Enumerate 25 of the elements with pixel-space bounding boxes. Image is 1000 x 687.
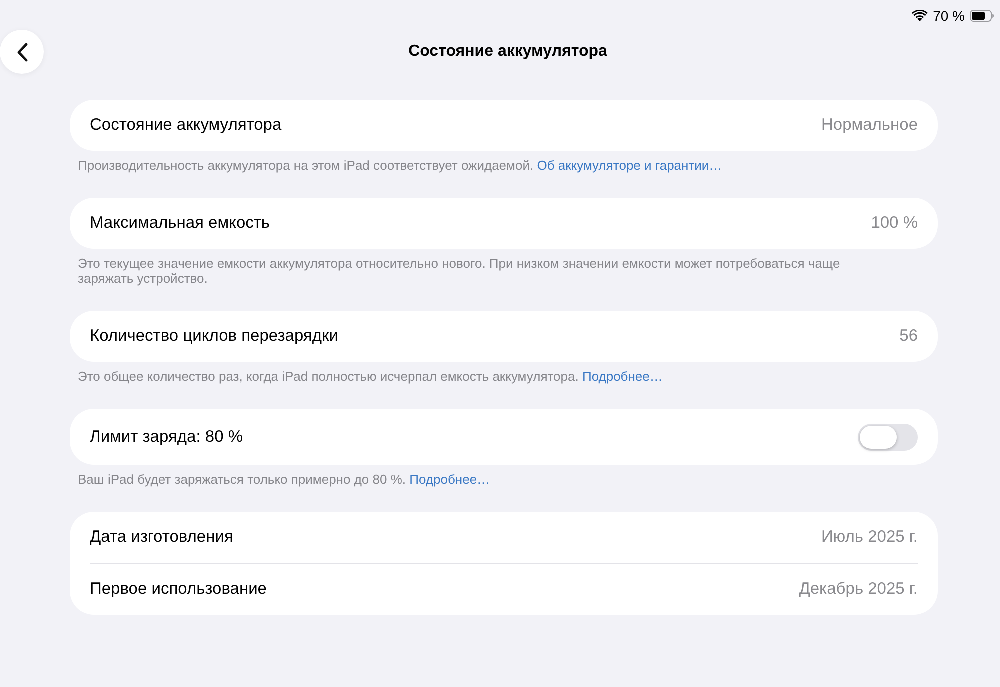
footer-text: Ваш iPad будет заряжаться только примерно до 80 %. Подробнее… — [77, 471, 492, 487]
row-label: Первое использование — [90, 579, 267, 600]
back-button[interactable] — [0, 30, 44, 74]
toggle-switch[interactable] — [858, 424, 918, 450]
footer-text: Производительность аккумулятора на этом iPad соответствует ожидаемой. Об аккумуляторе и гарантии… — [77, 157, 724, 173]
row-label: Дата изготовления — [90, 527, 234, 548]
row-value: Нормальное — [822, 115, 918, 136]
footer-link[interactable]: Подробнее… — [582, 369, 663, 384]
battery-percent: 70 % — [933, 6, 965, 26]
battery-icon — [970, 10, 994, 22]
page-title: Состояние аккумулятора — [408, 42, 608, 62]
row-value: Декабрь 2025 г. — [799, 579, 918, 600]
footer-link[interactable]: Подробнее… — [410, 472, 490, 487]
row-label: Максимальная емкость — [90, 213, 270, 234]
chevron-left-icon — [16, 42, 28, 62]
footer-text: Это текущее значение емкости аккумулятора относительно нового. При низком значении емкости может потребоваться чаще заряжать устройство. — [77, 255, 842, 286]
row-label: Лимит заряда: 80 % — [90, 426, 243, 448]
row-label: Состояние аккумулятора — [90, 115, 282, 136]
footer-link[interactable]: Об аккумуляторе и гарантии… — [537, 158, 722, 173]
footer-text: Это общее количество раз, когда iPad полностью исчерпал емкость аккумулятора. Подробнее… — [77, 368, 664, 384]
row-value: Июль 2025 г. — [821, 527, 918, 548]
row-label: Количество циклов перезарядки — [90, 326, 338, 348]
row-value: 100 % — [871, 213, 918, 234]
wifi-icon — [912, 10, 928, 22]
row-value: 56 — [900, 326, 918, 348]
